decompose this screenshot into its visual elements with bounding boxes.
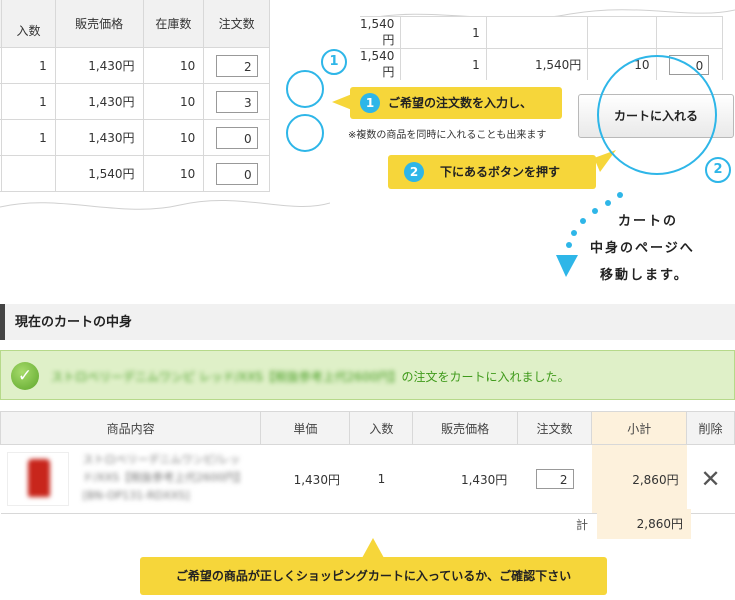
notice-product-name: ストロベリーデニムワンピ レッド/XXS【税抜参考上代2600円】 [51, 370, 402, 384]
cell [655, 16, 724, 49]
cell: 1 [400, 48, 487, 80]
highlight-ring [286, 70, 324, 108]
step-one-note: ※複数の商品を同時に入れることも出来ます [348, 130, 547, 141]
cell-stock: 10 [142, 47, 205, 84]
cell-qty: 1 [1, 119, 56, 156]
cell-stock: 10 [142, 83, 205, 120]
callout-pointer [362, 538, 384, 558]
cart-header-order: 注文数 [516, 411, 593, 445]
handwritten-line: 移動します。 [600, 268, 689, 283]
order-quantity-input[interactable]: 3 [215, 90, 258, 113]
product-list-table-excerpt: 入数 販売価格 在庫数 注文数 円 1 1,430円 10 2 円 1 1,43… [0, 0, 330, 215]
order-quantity-input[interactable]: 0 [215, 126, 258, 149]
cell-order: 2 [203, 47, 270, 84]
cart-header-price: 販売価格 [412, 411, 518, 445]
cell [485, 16, 589, 49]
step-one-callout: 1 ご希望の注文数を入力し、 [350, 87, 562, 119]
cart-order-cell: 2 [517, 444, 592, 514]
cart-unit-price: 1,430円 [260, 444, 350, 514]
cell-qty: 1 [1, 83, 56, 120]
check-icon: ✓ [11, 362, 39, 390]
section-title: 現在のカートの中身 [0, 304, 735, 340]
total-value: 2,860円 [597, 509, 691, 539]
header-stock: 在庫数 [142, 0, 205, 48]
cell-price: 1,430円 [54, 83, 144, 120]
cart-header-unit-price: 単価 [260, 411, 351, 445]
cell-stock: 10 [142, 119, 205, 156]
header-order: 注文数 [203, 0, 270, 48]
order-quantity-input[interactable]: 0 [215, 162, 258, 185]
cell-price: 1,430円 [54, 119, 144, 156]
highlight-ring [597, 55, 717, 175]
product-thumbnail[interactable] [6, 452, 69, 506]
cell-qty: 1 [1, 47, 56, 84]
cart-qty: 1 [349, 444, 413, 514]
bottom-callout: ご希望の商品が正しくショッピングカートに入っているか、ご確認下さい [140, 557, 607, 595]
cell: 1,540円 [360, 16, 402, 49]
cart-header-qty: 入数 [349, 411, 414, 445]
cart-product-cell: ストロベリーデニムワンピ/レッド/XXS【税抜参考上代2600円】 [BN-OP… [0, 444, 261, 514]
notice-text: ストロベリーデニムワンピ レッド/XXS【税抜参考上代2600円】の注文をカート… [51, 368, 569, 385]
delete-x-icon[interactable]: ✕ [686, 444, 735, 514]
cell-order: 0 [203, 119, 270, 156]
header-qty: 入数 [1, 0, 56, 48]
callout-pointer [332, 94, 352, 110]
notice-message: の注文をカートに入れました。 [401, 370, 570, 384]
cart-subtotal: 2,860円 [591, 444, 687, 514]
torn-edge [0, 199, 330, 215]
step-two-callout: 2 下にあるボタンを押す [388, 155, 596, 189]
step-two-badge: 2 [404, 162, 424, 182]
header-price: 販売価格 [54, 0, 144, 48]
cell [587, 16, 657, 49]
total-label: 計 [576, 518, 589, 532]
cell: 1,540円 [360, 48, 402, 80]
cart-table: 商品内容 単価 入数 販売価格 注文数 小計 削除 ストロベリーデニムワンピ/レ… [0, 411, 735, 514]
cart-header-product: 商品内容 [0, 411, 262, 445]
cart-product-name[interactable]: ストロベリーデニムワンピ/レッド/XXS【税抜参考上代2600円】 [BN-OP… [83, 451, 258, 505]
cart-header-delete: 削除 [686, 411, 735, 445]
table-row: ストロベリーデニムワンピ/レッド/XXS【税抜参考上代2600円】 [BN-OP… [0, 444, 735, 514]
step-one-text: ご希望の注文数を入力し、 [388, 96, 533, 110]
cart-header-subtotal: 小計 [591, 411, 688, 445]
cell: 1,540円 [485, 48, 589, 80]
cart-price: 1,430円 [412, 444, 518, 514]
step-two-marker: 2 [705, 157, 731, 183]
handwritten-line: カートの [618, 214, 679, 229]
cell-order: 3 [203, 83, 270, 120]
step-one-marker: 1 [321, 49, 347, 75]
order-quantity-input[interactable]: 2 [215, 54, 258, 77]
step-one-badge: 1 [360, 93, 380, 113]
success-notice: ✓ ストロベリーデニムワンピ レッド/XXS【税抜参考上代2600円】の注文をカ… [0, 350, 735, 400]
cell: 1 [400, 16, 487, 49]
step-two-text: 下にあるボタンを押す [440, 165, 561, 179]
highlight-ring [286, 114, 324, 152]
cart-order-input[interactable]: 2 [535, 469, 574, 489]
handwritten-line: 中身のページへ [590, 241, 695, 256]
cell-price: 1,430円 [54, 47, 144, 84]
